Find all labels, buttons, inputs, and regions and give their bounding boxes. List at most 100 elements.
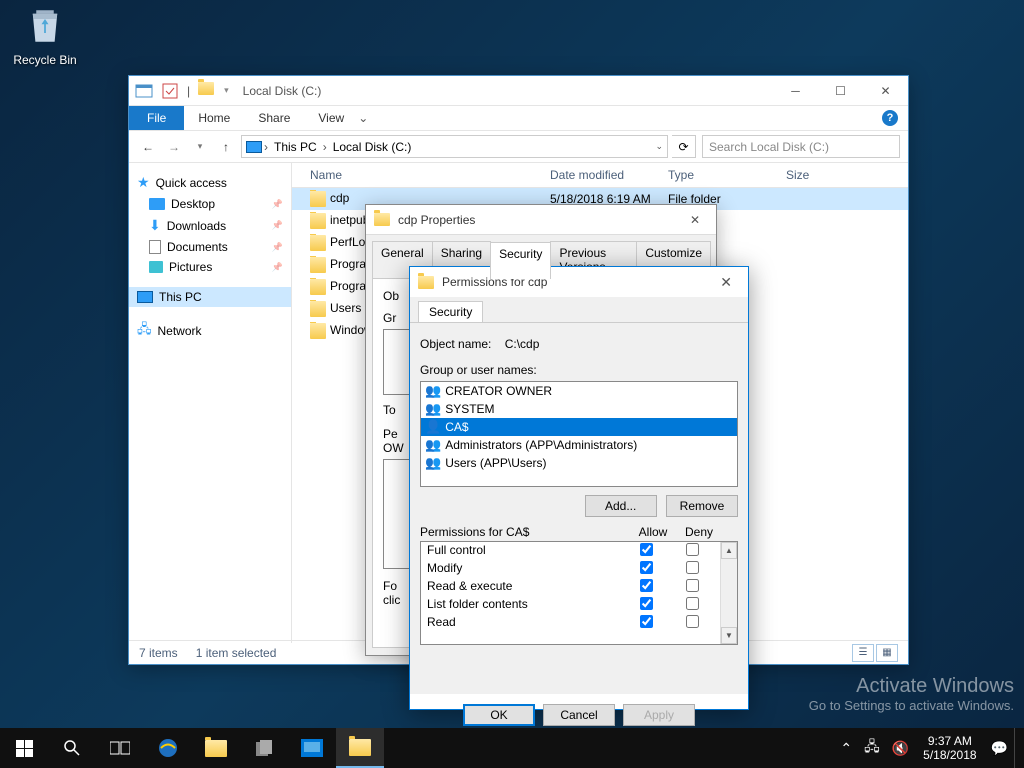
group-icon: 👥 <box>425 401 441 417</box>
tab-view[interactable]: View <box>304 106 358 130</box>
column-name[interactable]: Name <box>292 168 544 182</box>
refresh-button[interactable]: ⟳ <box>672 135 696 158</box>
chevron-right-icon[interactable]: › <box>323 140 327 154</box>
dialog-titlebar[interactable]: cdp Properties ✕ <box>366 205 716 235</box>
properties-icon[interactable] <box>161 82 179 100</box>
scroll-down-icon[interactable]: ▼ <box>721 627 737 644</box>
close-button[interactable]: ✕ <box>863 76 908 106</box>
folder-icon <box>418 276 434 289</box>
back-button[interactable]: ← <box>137 136 159 158</box>
allow-checkbox[interactable] <box>640 597 653 610</box>
cancel-button[interactable]: Cancel <box>543 704 615 726</box>
tab-home[interactable]: Home <box>184 106 244 130</box>
user-row[interactable]: 👥Administrators (APP\Administrators) <box>421 436 737 454</box>
nav-downloads[interactable]: ⬇Downloads <box>129 214 291 237</box>
start-button[interactable] <box>0 728 48 768</box>
user-row[interactable]: 👥SYSTEM <box>421 400 737 418</box>
allow-checkbox[interactable] <box>640 615 653 628</box>
tab-security[interactable]: Security <box>418 301 483 322</box>
folder-icon <box>310 213 326 229</box>
nav-quick-access[interactable]: ★Quick access <box>129 171 291 194</box>
apply-button[interactable]: Apply <box>623 704 695 726</box>
titlebar[interactable]: | ▾ Local Disk (C:) ─ ☐ ✕ <box>129 76 908 106</box>
taskbar-explorer[interactable] <box>192 728 240 768</box>
user-row[interactable]: 👥CREATOR OWNER <box>421 382 737 400</box>
address-bar[interactable]: › This PC › Local Disk (C:) ⌄ <box>241 135 668 158</box>
breadcrumb[interactable]: This PC <box>270 138 321 156</box>
forward-button[interactable]: → <box>163 136 185 158</box>
permission-row: Read <box>421 614 720 632</box>
deny-checkbox[interactable] <box>686 615 699 628</box>
task-view-button[interactable] <box>96 728 144 768</box>
deny-checkbox[interactable] <box>686 579 699 592</box>
new-folder-icon[interactable] <box>198 82 216 100</box>
details-view-icon[interactable]: ☰ <box>852 644 874 662</box>
folder-icon <box>310 301 326 317</box>
status-selected: 1 item selected <box>196 646 277 660</box>
user-row[interactable]: 👥Users (APP\Users) <box>421 454 737 472</box>
status-items: 7 items <box>139 646 178 660</box>
nav-documents[interactable]: Documents <box>129 237 291 257</box>
nav-pictures[interactable]: Pictures <box>129 257 291 277</box>
clock[interactable]: 9:37 AM 5/18/2018 <box>915 734 984 763</box>
chevron-right-icon[interactable]: › <box>264 140 268 154</box>
deny-checkbox[interactable] <box>686 597 699 610</box>
up-button[interactable]: ↑ <box>215 136 237 158</box>
show-desktop[interactable] <box>1014 728 1020 768</box>
notifications-icon[interactable]: 💬 <box>985 740 1014 757</box>
nav-desktop[interactable]: Desktop <box>129 194 291 214</box>
allow-checkbox[interactable] <box>640 579 653 592</box>
deny-checkbox[interactable] <box>686 561 699 574</box>
allow-checkbox[interactable] <box>640 543 653 556</box>
perm-label: List folder contents <box>427 597 622 613</box>
ok-button[interactable]: OK <box>463 704 535 726</box>
tray-network-icon[interactable]: 🖧 <box>858 736 886 760</box>
close-button[interactable]: ✕ <box>712 270 740 295</box>
search-button[interactable] <box>48 728 96 768</box>
qat-dropdown-icon[interactable]: ▾ <box>224 85 229 96</box>
address-dropdown-icon[interactable]: ⌄ <box>655 141 663 152</box>
taskbar-app[interactable] <box>288 728 336 768</box>
large-icons-view-icon[interactable]: ▦ <box>876 644 898 662</box>
user-row[interactable]: 👤CA$ <box>421 418 737 436</box>
column-size[interactable]: Size <box>780 168 840 182</box>
perm-label: Full control <box>427 543 622 559</box>
scrollbar[interactable]: ▲ ▼ <box>720 542 737 644</box>
recycle-bin[interactable]: Recycle Bin <box>10 5 80 67</box>
expand-ribbon-icon[interactable]: ⌄ <box>358 111 368 125</box>
help-icon[interactable]: ? <box>882 110 898 126</box>
recent-dropdown[interactable]: ▾ <box>189 136 211 158</box>
download-icon: ⬇ <box>149 217 161 234</box>
tray-up-icon[interactable]: ⌃ <box>834 740 858 757</box>
allow-header: Allow <box>629 525 677 539</box>
folder-icon <box>374 213 390 226</box>
search-input[interactable]: Search Local Disk (C:) <box>702 135 900 158</box>
close-button[interactable]: ✕ <box>682 209 708 231</box>
maximize-button[interactable]: ☐ <box>818 76 863 106</box>
column-date[interactable]: Date modified <box>544 168 662 182</box>
scroll-up-icon[interactable]: ▲ <box>721 542 737 559</box>
tab-security[interactable]: Security <box>490 242 551 279</box>
add-button[interactable]: Add... <box>585 495 657 517</box>
nav-network[interactable]: 🖧Network <box>129 317 291 345</box>
tray-volume-icon[interactable]: 🔇 <box>886 740 915 757</box>
nav-this-pc[interactable]: This PC <box>129 287 291 307</box>
taskbar-ie[interactable] <box>144 728 192 768</box>
folder-icon <box>310 191 326 207</box>
activation-watermark: Activate Windows Go to Settings to activ… <box>809 675 1014 713</box>
star-icon: ★ <box>137 174 150 191</box>
minimize-button[interactable]: ─ <box>773 76 818 106</box>
column-type[interactable]: Type <box>662 168 780 182</box>
taskbar-explorer-active[interactable] <box>336 728 384 768</box>
tab-file[interactable]: File <box>129 106 184 130</box>
allow-checkbox[interactable] <box>640 561 653 574</box>
breadcrumb[interactable]: Local Disk (C:) <box>329 138 416 156</box>
user-list[interactable]: 👥CREATOR OWNER👥SYSTEM👤CA$👥Administrators… <box>420 381 738 487</box>
window-title: Local Disk (C:) <box>243 84 322 98</box>
tab-share[interactable]: Share <box>244 106 304 130</box>
recycle-bin-label: Recycle Bin <box>13 53 76 67</box>
taskbar-server-manager[interactable] <box>240 728 288 768</box>
dialog-titlebar[interactable]: Permissions for cdp ✕ <box>410 267 748 297</box>
deny-checkbox[interactable] <box>686 543 699 556</box>
remove-button[interactable]: Remove <box>666 495 738 517</box>
